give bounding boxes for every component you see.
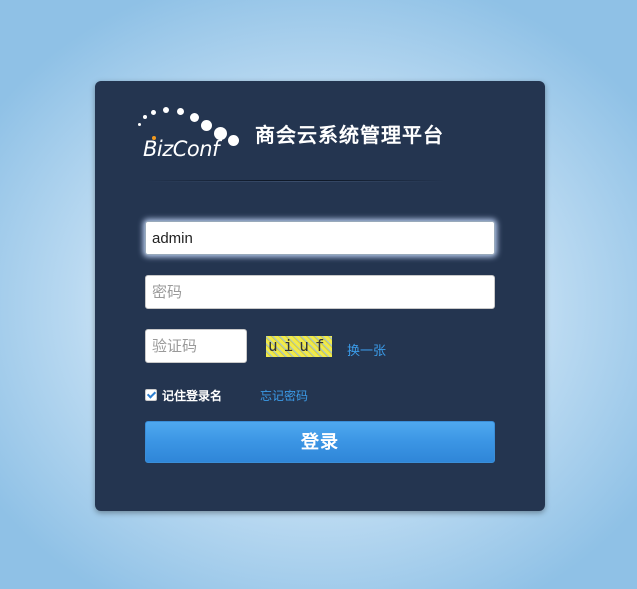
remember-label: 记住登录名: [162, 388, 223, 403]
refresh-captcha-link[interactable]: 换一张: [347, 340, 386, 359]
logo-text: BizConf: [143, 137, 219, 161]
login-panel: BizConf 商会云系统管理平台 uiuf 换一张 记住登录名 忘记密码 登录: [95, 81, 545, 511]
logo-dot: [138, 123, 141, 126]
remember-checkbox[interactable]: [145, 389, 157, 401]
forgot-password-link[interactable]: 忘记密码: [260, 387, 308, 404]
logo-dot: [151, 110, 156, 115]
divider-highlight: [145, 181, 445, 182]
username-input[interactable]: [145, 221, 495, 255]
bizconf-logo: BizConf: [135, 105, 240, 161]
logo-dot: [163, 107, 169, 113]
password-input[interactable]: [145, 275, 495, 309]
login-button[interactable]: 登录: [145, 421, 495, 463]
logo-dot: [201, 120, 212, 131]
logo-dot: [190, 113, 199, 122]
captcha-image[interactable]: uiuf: [266, 336, 332, 357]
captcha-text: uiuf: [268, 336, 331, 355]
logo-dot: [143, 115, 147, 119]
remember-username[interactable]: 记住登录名: [145, 387, 222, 403]
captcha-input[interactable]: [145, 329, 247, 363]
logo-dot: [177, 108, 184, 115]
page-title: 商会云系统管理平台: [255, 125, 444, 147]
logo-dot: [228, 135, 239, 146]
